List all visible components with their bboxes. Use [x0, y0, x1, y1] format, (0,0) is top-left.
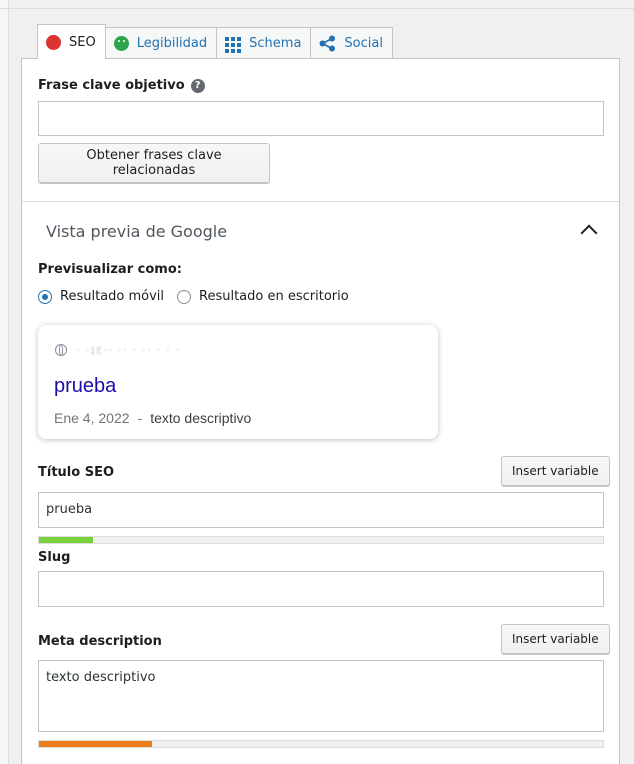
insert-variable-title-button[interactable]: Insert variable — [501, 456, 610, 486]
preview-as-label: Previsualizar como: — [38, 262, 182, 277]
grid-icon — [225, 36, 242, 53]
seo-title-input[interactable]: prueba — [38, 492, 604, 528]
google-preview-heading[interactable]: Vista previa de Google — [46, 222, 227, 241]
serp-meta: Ene 4, 2022- texto descriptivo — [54, 410, 251, 426]
keyphrase-label-row: Frase clave objetivo? — [38, 78, 205, 93]
radio-desktop-button[interactable] — [177, 289, 191, 304]
share-icon — [319, 35, 336, 52]
seo-title-value: prueba — [46, 502, 93, 517]
meta-description-progress-fill — [39, 741, 152, 747]
tab-readability-label: Legibilidad — [136, 36, 208, 51]
top-divider — [0, 8, 634, 9]
serp-separator: - — [137, 410, 143, 426]
tab-seo-label: SEO — [69, 34, 96, 50]
slug-input[interactable] — [38, 571, 604, 607]
radio-mobile-label: Resultado móvil — [60, 289, 165, 304]
seo-title-label: Título SEO — [38, 465, 115, 480]
left-gutter — [0, 0, 9, 764]
slug-label: Slug — [38, 550, 71, 565]
tab-seo[interactable]: SEO — [37, 24, 106, 59]
section-divider — [22, 201, 619, 202]
related-keyphrases-button[interactable]: Obtener frases clave relacionadas — [38, 143, 270, 183]
google-serp-preview: · ·ɪɛ·· ·· · ·· · · · prueba Ene 4, 2022… — [38, 325, 438, 439]
smiley-icon — [113, 36, 129, 51]
tab-schema[interactable]: Schema — [216, 27, 312, 59]
radio-mobile-result[interactable]: Resultado móvil — [38, 289, 164, 304]
tab-social-label: Social — [344, 36, 383, 51]
keyphrase-input[interactable] — [38, 101, 604, 136]
serp-title[interactable]: prueba — [54, 375, 116, 398]
keyphrase-label: Frase clave objetivo — [38, 78, 185, 93]
radio-mobile-button[interactable] — [38, 289, 52, 304]
meta-description-input[interactable]: texto descriptivo — [38, 660, 604, 732]
serp-description: texto descriptivo — [150, 410, 252, 426]
tab-readability[interactable]: Legibilidad — [104, 27, 218, 59]
tab-schema-label: Schema — [249, 36, 302, 51]
seo-panel: Frase clave objetivo? Obtener frases cla… — [21, 58, 620, 764]
serp-url: · ·ɪɛ·· ·· · ·· · · · — [76, 343, 181, 357]
meta-description-progress — [38, 740, 604, 748]
meta-description-label: Meta description — [38, 634, 162, 649]
serp-date: Ene 4, 2022 — [54, 410, 130, 426]
chevron-up-icon[interactable] — [580, 224, 598, 242]
red-dot-icon — [46, 34, 61, 50]
help-icon[interactable]: ? — [190, 79, 205, 93]
radio-desktop-result[interactable]: Resultado en escritorio — [177, 289, 349, 304]
metabox-tabs: SEO Legibilidad Schema Social — [37, 24, 393, 59]
insert-variable-description-button[interactable]: Insert variable — [501, 624, 610, 654]
seo-title-progress-fill — [39, 537, 93, 543]
radio-desktop-label: Resultado en escritorio — [199, 289, 349, 304]
meta-description-value: texto descriptivo — [46, 670, 156, 685]
tab-social[interactable]: Social — [310, 27, 393, 59]
seo-title-progress — [38, 536, 604, 544]
globe-icon — [55, 344, 67, 356]
